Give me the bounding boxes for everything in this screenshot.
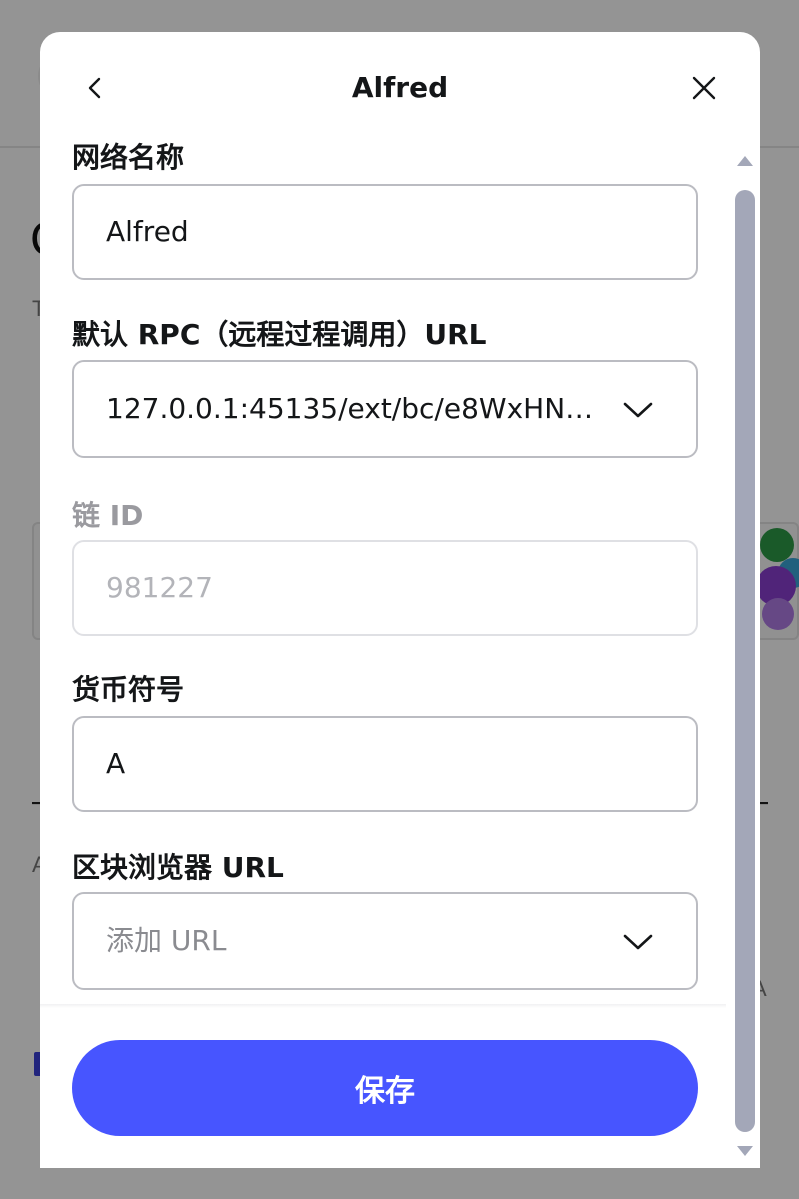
- network-edit-modal: Alfred 网络名称 默认 RPC（远程过程调用）URL 127.0.0.1:…: [40, 32, 760, 1168]
- scroll-up-arrow-icon[interactable]: [734, 150, 756, 172]
- rpc-url-label: 默认 RPC（远程过程调用）URL: [72, 318, 487, 351]
- explorer-url-label: 区块浏览器 URL: [72, 851, 284, 884]
- chain-id-input: [106, 542, 626, 634]
- scrollbar-thumb[interactable]: [735, 190, 755, 1132]
- close-icon: [692, 76, 716, 100]
- network-name-label: 网络名称: [72, 141, 185, 174]
- rpc-url-dropdown[interactable]: 127.0.0.1:45135/ext/bc/e8WxHNh...: [72, 360, 698, 458]
- explorer-url-dropdown[interactable]: 添加 URL: [72, 892, 698, 990]
- currency-symbol-field[interactable]: [72, 716, 698, 812]
- network-name-field[interactable]: [72, 184, 698, 280]
- explorer-url-placeholder: 添加 URL: [106, 924, 227, 957]
- chevron-down-icon[interactable]: [618, 922, 658, 962]
- chevron-down-icon[interactable]: [618, 390, 658, 430]
- network-name-input[interactable]: [106, 186, 626, 278]
- currency-symbol-input[interactable]: [106, 718, 626, 810]
- scroll-down-arrow-icon[interactable]: [734, 1140, 756, 1162]
- modal-header: Alfred: [40, 32, 760, 144]
- modal-title: Alfred: [351, 71, 449, 104]
- footer-divider: [40, 1004, 726, 1008]
- chain-id-field: [72, 540, 698, 636]
- close-button[interactable]: [684, 68, 724, 108]
- save-button[interactable]: 保存: [72, 1040, 698, 1136]
- currency-symbol-label: 货币符号: [72, 673, 185, 706]
- rpc-url-value: 127.0.0.1:45135/ext/bc/e8WxHNh...: [106, 392, 606, 425]
- chain-id-label: 链 ID: [72, 499, 144, 532]
